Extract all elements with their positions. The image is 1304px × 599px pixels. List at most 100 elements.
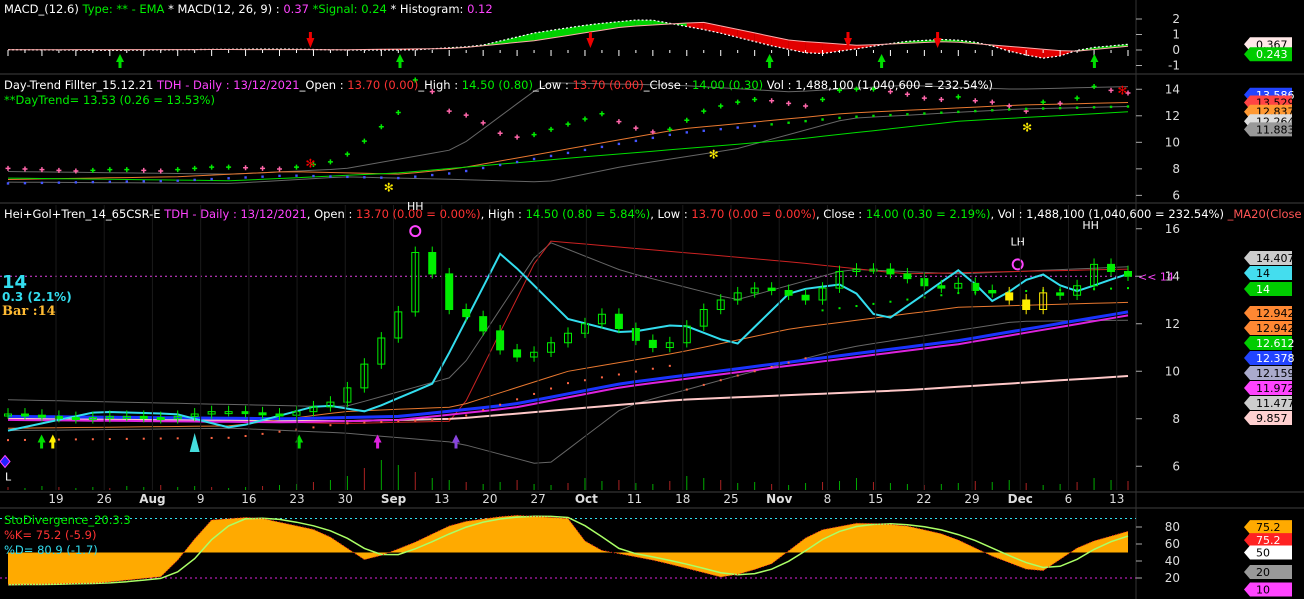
trailing-stop-dot (516, 398, 519, 401)
trend-axis-tick-label: 8 (1172, 162, 1180, 176)
trend-dot (1058, 106, 1062, 110)
candle-body (1022, 299, 1031, 310)
price-axis-tick-label: 10 (1165, 364, 1180, 378)
trend-symbol: TDH - Daily : 13/12/2021 (157, 78, 300, 92)
trailing-stop-dot (57, 438, 60, 441)
trailing-stop-dot (380, 420, 383, 423)
price-vol-label: , Vol : (990, 207, 1023, 221)
trend-plus-marker (633, 125, 639, 131)
trend-dot (464, 169, 468, 173)
buy-signal-stem (51, 442, 55, 449)
price-tag-text: 14.407 (1256, 252, 1295, 265)
volume-bar (482, 484, 484, 490)
price-tag: 14 (1244, 266, 1292, 280)
sto-tag-k2: 75.2 (1244, 533, 1292, 548)
volume-bar (1076, 482, 1078, 490)
trend-close-label: _Close : (643, 78, 689, 92)
trailing-stop-dot (227, 436, 230, 439)
trend-plus-marker (226, 164, 232, 170)
buy-signal-stem (297, 442, 301, 449)
trend-dot (278, 174, 281, 178)
trend-dot (753, 124, 756, 128)
volume-bar (754, 482, 756, 490)
date-label: Sep (381, 492, 407, 506)
buy-arrow-stem (1092, 61, 1096, 68)
volume-bar (160, 485, 162, 490)
trend-plus-marker (1057, 100, 1063, 106)
sell-arrow-stem (846, 32, 850, 39)
price-tag-text: 11.477 (1256, 397, 1295, 410)
buy-signal-stem (376, 442, 380, 449)
trailing-stop-dot (23, 438, 26, 441)
candle-body (903, 273, 912, 280)
trailing-stop-dot (617, 373, 620, 376)
price-tag-text: 12.942 (1256, 322, 1295, 335)
bar-count: Bar :14 (2, 304, 56, 319)
volume-bar (991, 482, 993, 490)
trend-plus-marker (701, 108, 707, 114)
candle-body (1124, 271, 1132, 277)
price-tag: 12.159 (1244, 366, 1295, 380)
trend-axis-tick-label: 10 (1165, 135, 1180, 149)
candle-body (937, 285, 946, 289)
macd-macd-label: * MACD(12, 26, 9) : (168, 2, 280, 16)
volume-bar (669, 481, 671, 490)
sell-arrow-stem (936, 32, 940, 39)
price-low-label: , Low : (650, 207, 688, 221)
trend-plus-marker (820, 96, 826, 102)
volume-bar (703, 478, 705, 490)
lh-label: LH (1010, 235, 1024, 248)
trailing-stop-dot (567, 382, 569, 385)
volume-bar (143, 487, 145, 490)
candle-body (428, 252, 437, 275)
bollinger-upper (7, 242, 1129, 408)
volume-bar (584, 478, 586, 490)
volume-bar (177, 487, 179, 490)
trend-dot (804, 119, 807, 123)
trailing-stop-dot (278, 430, 281, 433)
trailing-stop-dot (821, 309, 824, 312)
price-vol-value: 1,488,100 (1,040,600 = 232.54%) (1026, 207, 1224, 221)
candle-body (631, 328, 640, 341)
price-tag: 9.857 (1244, 411, 1292, 425)
volume-bar (550, 485, 552, 490)
hh-circle (409, 225, 422, 238)
trend-axis-tick-label: 12 (1165, 109, 1180, 123)
volume-bar (737, 483, 739, 490)
sto-tag-20: 20 (1244, 565, 1292, 579)
sell-arrow (586, 38, 595, 48)
trailing-stop-dot (651, 367, 654, 370)
buy-arrow-stem (398, 61, 402, 68)
trend-dot (363, 176, 366, 179)
macd-type: Type: ** - EMA (82, 2, 165, 16)
trailing-stop-dot (940, 294, 943, 297)
candle-body (513, 349, 522, 358)
macd-macd-value: 0.37 (283, 2, 309, 16)
buy-arrow (1090, 54, 1099, 62)
volume-bar (380, 460, 382, 490)
trend-plus-marker (514, 134, 520, 140)
trailing-stop-dot (108, 438, 111, 441)
date-label: 20 (482, 492, 497, 506)
trailing-stop-dot (465, 414, 468, 417)
low-diamond (0, 454, 11, 469)
trend-dot (193, 178, 196, 182)
trend-plus-marker (599, 111, 605, 117)
volume-bar (431, 478, 433, 490)
trailing-stop-dot (7, 439, 9, 442)
trend-plus-marker (684, 117, 690, 123)
date-label: 8 (824, 492, 832, 506)
trailing-stop-dot (74, 438, 77, 441)
trend-dot (821, 118, 824, 121)
trailing-stop-dot (91, 438, 94, 441)
price-high-value: 14.50 (0.80 = 5.84%) (525, 207, 651, 221)
candle-body (275, 413, 284, 417)
trend-plus-marker (1108, 87, 1114, 93)
trend-plus-marker (141, 167, 147, 173)
trend-dot (634, 139, 638, 143)
trend-low-label: _Low : (532, 78, 569, 92)
trailing-stop-dot (312, 426, 315, 429)
volume-bar (346, 476, 348, 490)
trailing-stop-dot (787, 361, 790, 364)
trend-close-change: (0.30) (728, 78, 764, 92)
